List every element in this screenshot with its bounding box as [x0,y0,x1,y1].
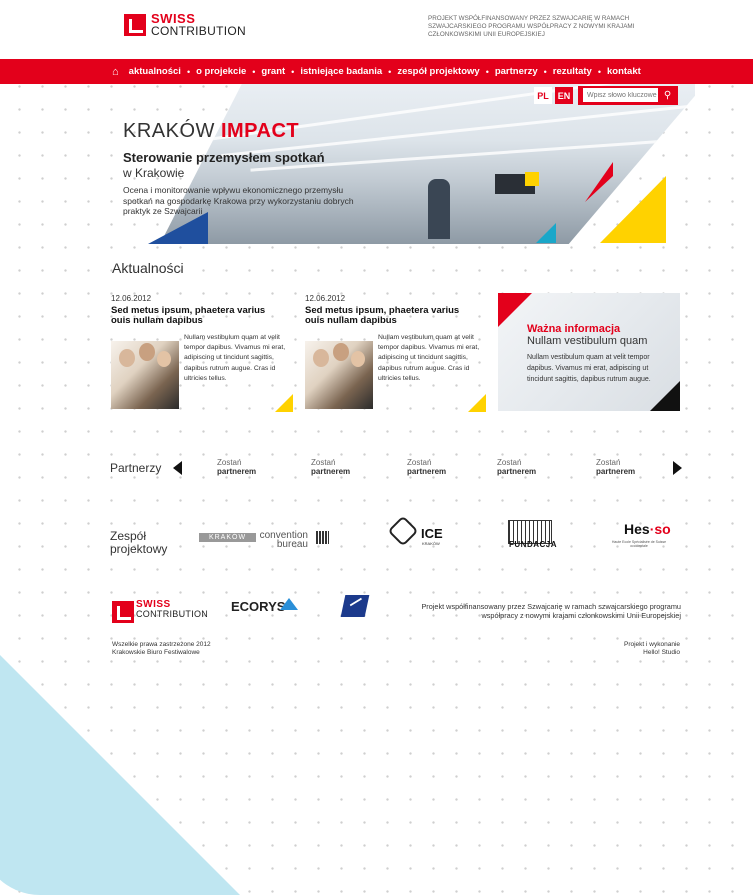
partner-flag-logo-icon[interactable] [340,595,370,617]
hero-subtitle: Sterowanie przemysłem spotkań [123,150,325,165]
info-body: Nullam vestibulum quam at velit tempor d… [527,354,651,383]
hero-subtitle-city: w Krakowie [123,166,185,180]
logo-text-contribution[interactable]: CONTRIBUTION [151,24,246,38]
partner-slot[interactable]: Zostań partnerem [596,458,635,476]
news-yellow-corner [275,394,293,412]
news-image[interactable] [111,341,179,409]
hero-description: Ocena i monitorowanie wpływu ekonomiczne… [123,185,354,216]
krakow-logo[interactable]: KRAKÓW [199,533,256,542]
info-subtitle: Nullam vestibulum quam [527,335,648,347]
ecorys-triangle-icon [280,598,298,610]
qr-code-icon [316,531,329,544]
nav-item-rezultaty[interactable]: rezultaty [553,66,592,77]
partner-slot[interactable]: Zostań partnerem [497,458,536,476]
nav-item-grant[interactable]: grant [261,66,285,77]
hes-so-subtitle: Haute Ecole Spécialisée de Suisse occide… [611,540,667,548]
nav-item-istniejace-badania[interactable]: istniejące badania [300,66,382,77]
footer-project-note: Projekt współfinansowany przez Szwajcari… [421,602,681,620]
news-body: Nullam vestibulum quam at velit tempor d… [378,334,480,382]
partner-slot[interactable]: Zostań partnerem [407,458,446,476]
nav-item-zespol-projektowy[interactable]: zespół projektowy [397,66,479,77]
partner-slot[interactable]: Zostań partnerem [311,458,350,476]
search-icon[interactable]: ⚲ [659,87,676,104]
partners-title: Partnerzy [110,461,162,475]
convention-bureau-logo[interactable]: convention bureau [258,531,308,550]
news-date: 12.06.2012 [111,294,152,303]
home-icon[interactable]: ⌂ [112,66,119,78]
fundacja-logo-text[interactable]: FUNDACJA [509,540,557,549]
news-title[interactable]: Sed metus ipsum, phaetera varius ouis nu… [111,306,286,326]
ecorys-logo[interactable]: ECORYS [231,599,285,614]
lang-pl[interactable]: PL [534,87,552,104]
nav-item-o-projekcie[interactable]: o projekcie [196,66,246,77]
search-input[interactable] [583,88,658,102]
design-credit[interactable]: Projekt i wykonanie Hello! Studio [580,641,680,657]
news-title[interactable]: Sed metus ipsum, phaetera varius ouis nu… [305,306,480,326]
main-nav: ⌂ aktualności • o projekcie • grant • istni… [0,59,753,84]
ice-logo-text[interactable]: ICE [421,526,443,541]
ice-logo-sub: KRAKÓW [422,541,440,546]
nav-item-kontakt[interactable]: kontakt [607,66,641,77]
news-body: Nullam vestibulum quam at velit tempor d… [184,334,286,382]
news-date: 12.06.2012 [305,294,346,303]
hes-so-logo[interactable]: Hes·so [624,521,671,537]
partners-prev-icon[interactable] [173,461,182,475]
swiss-contribution-logo-icon[interactable] [124,14,146,36]
hero-title: KRAKÓW IMPACT [123,120,300,142]
team-title: Zespół projektowy [110,529,168,556]
nav-item-partnerzy[interactable]: partnerzy [495,66,538,77]
project-note: PROJEKT WSPÓŁFINANSOWANY PRZEZ SZWAJCARI… [428,15,635,38]
partners-next-icon[interactable] [673,461,682,475]
partner-slot[interactable]: Zostań partnerem [217,458,256,476]
footer-logo-contribution[interactable]: CONTRIBUTION [136,609,208,619]
ice-logo-icon[interactable] [387,515,419,547]
footer-swiss-logo-icon[interactable] [112,601,134,623]
info-title: Ważna informacja [527,323,621,335]
news-section-title: Aktualności [112,260,184,276]
copyright: Wszelkie prawa zastrzeżone 2012 Krakowski… [112,641,211,656]
lang-en[interactable]: EN [555,87,573,104]
decorative-blue-corner [0,635,240,895]
news-image[interactable] [305,341,373,409]
news-yellow-corner [468,394,486,412]
nav-item-aktualnosci[interactable]: aktualności [129,66,181,77]
